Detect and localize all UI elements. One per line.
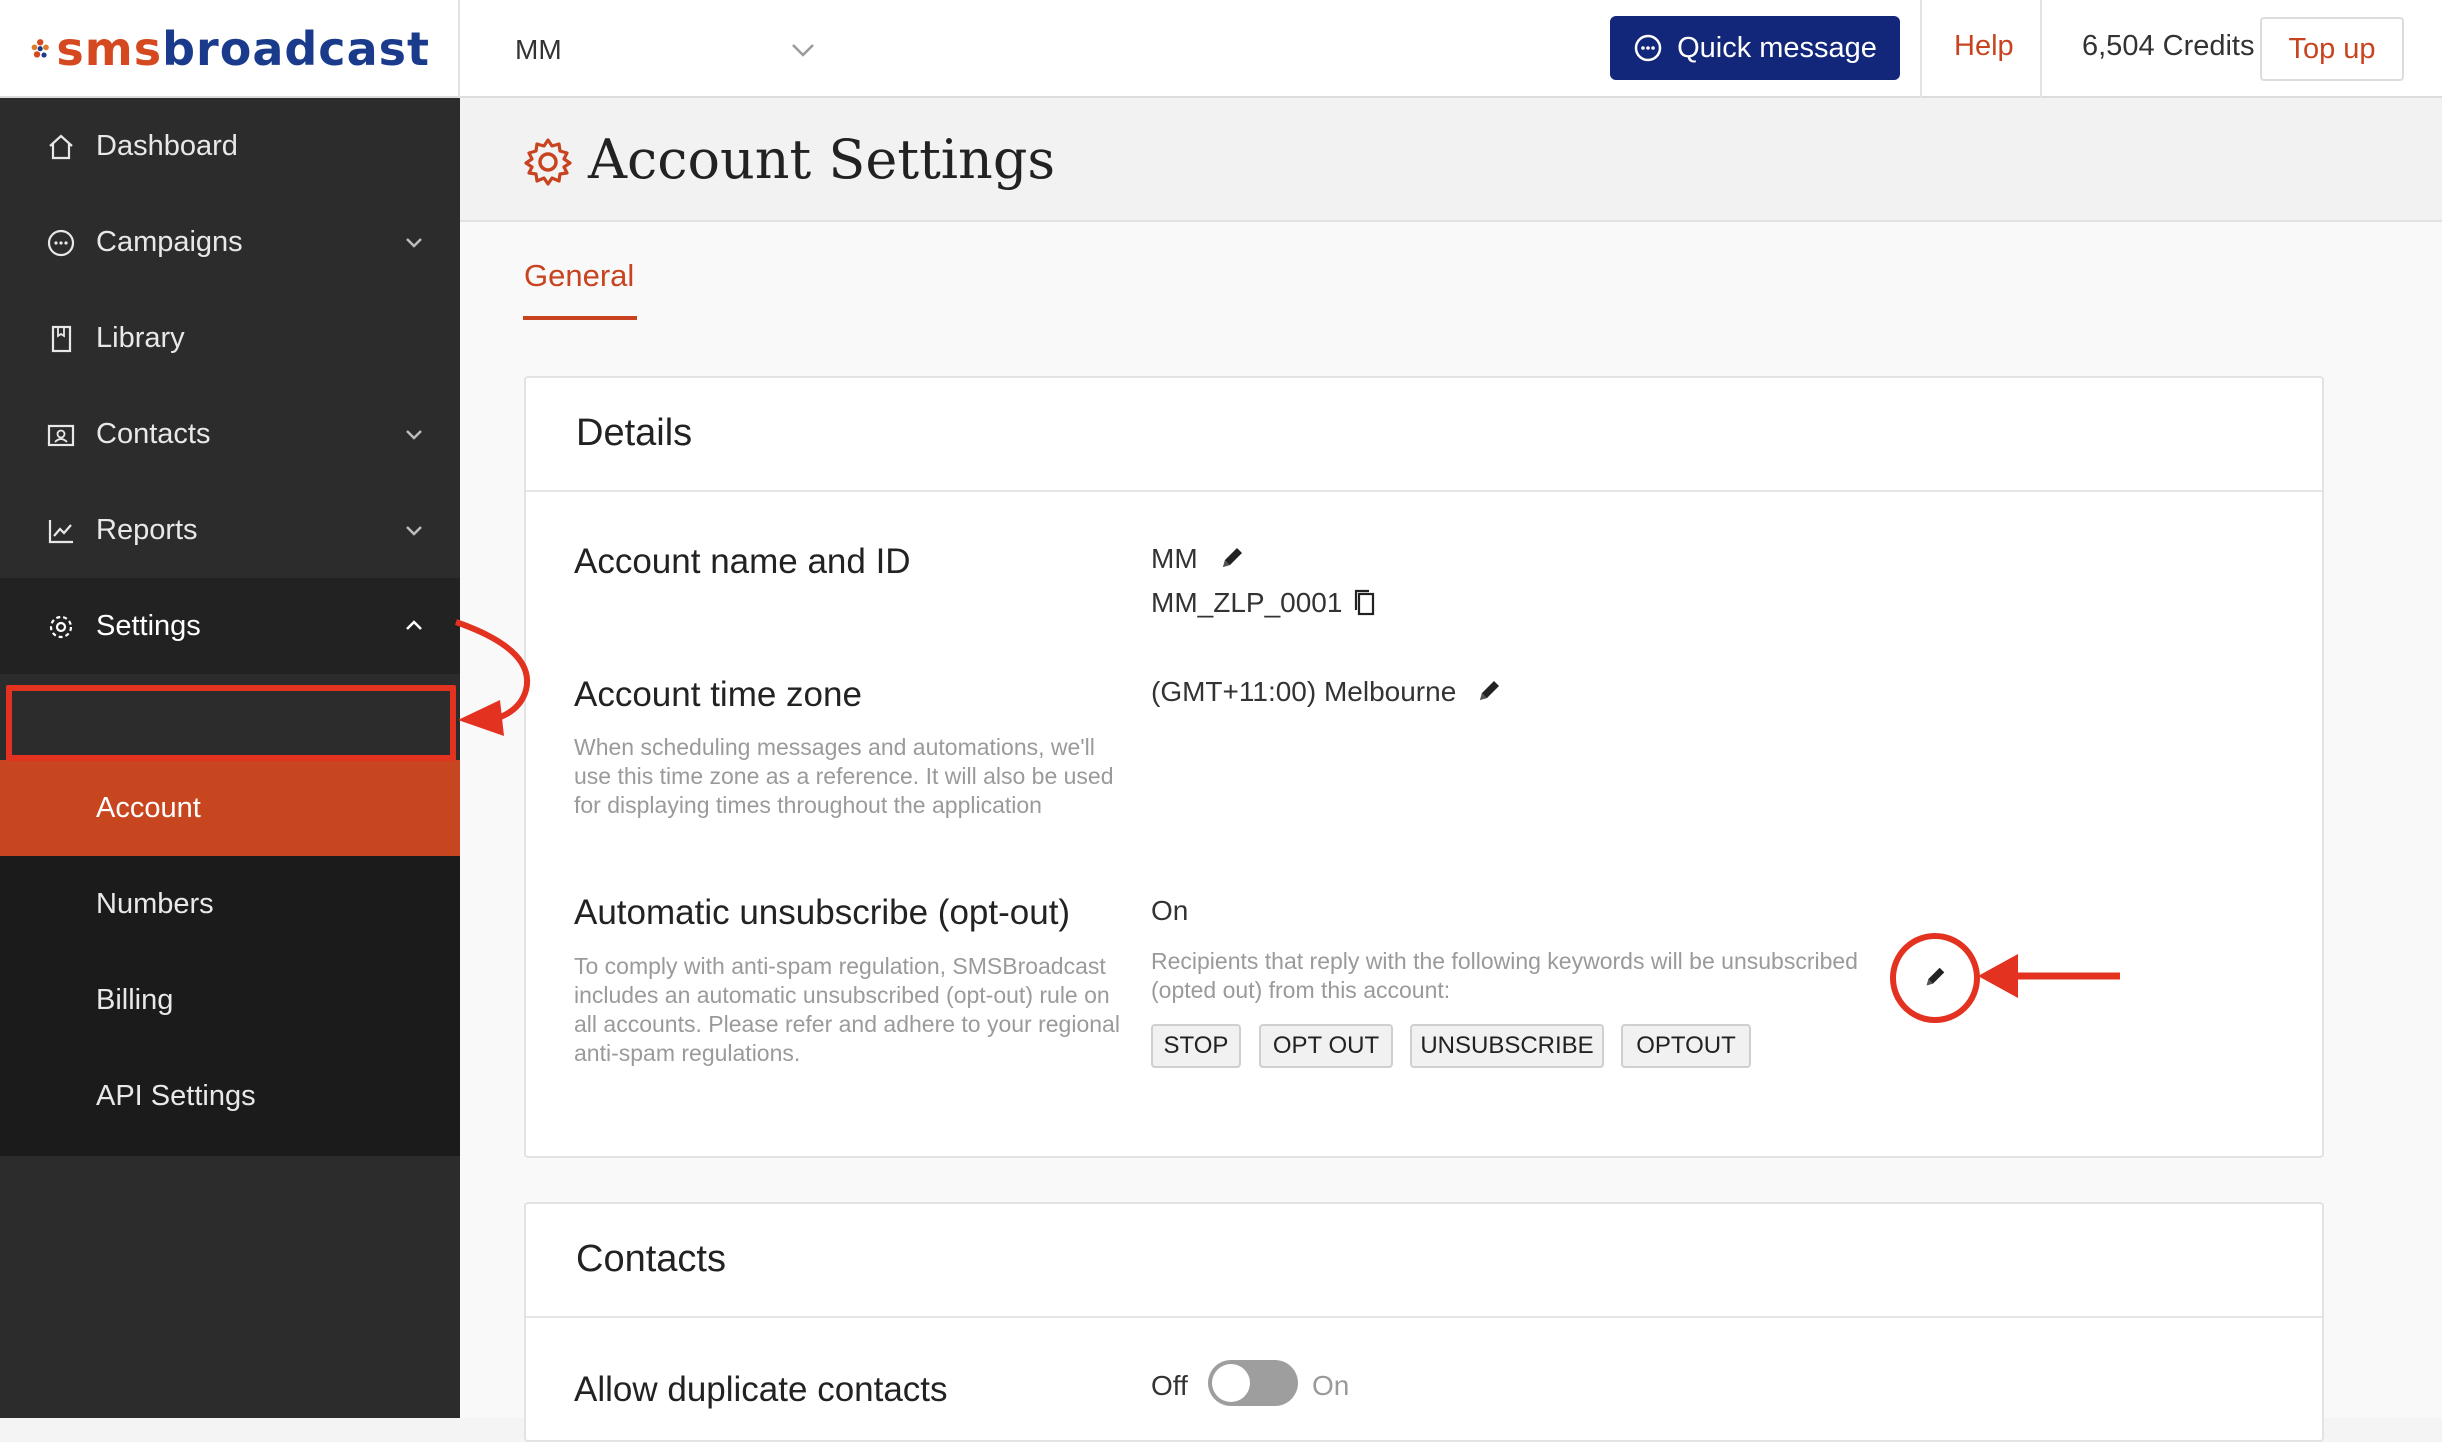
sidebar-item-campaigns[interactable]: Campaigns [0,194,460,290]
card-title: Details [576,412,693,454]
account-selector[interactable]: MM [515,22,815,78]
chevron-down-icon [406,526,422,536]
logo-mark-icon [31,39,49,58]
sidebar-item-label: Settings [96,609,201,642]
card-title: Contacts [576,1238,726,1280]
sidebar-item-contacts[interactable]: Contacts [0,386,460,482]
account-name-value: MM [1151,543,1198,574]
gear-icon [524,138,572,186]
opt-out-label: Automatic unsubscribe (opt-out) [574,893,1071,932]
opt-out-status: On [1151,895,1189,926]
sidebar-item-api-settings[interactable]: API Settings [0,1048,460,1144]
pencil-edit-icon[interactable] [1475,677,1503,705]
sidebar-item-label: API Settings [96,1079,256,1112]
settings-submenu: Account Numbers Billing API Settings [0,760,460,1156]
keyword-tag: OPTOUT [1621,1024,1751,1068]
card-header: Details [526,378,2322,492]
sidebar-item-billing[interactable]: Billing [0,952,460,1048]
opt-out-description: To comply with anti-spam regulation, SMS… [574,953,1120,1066]
chevron-down-icon [792,44,814,57]
tab-general[interactable]: General [524,258,634,294]
book-icon [51,325,72,353]
copy-icon[interactable] [1352,588,1378,618]
home-icon [49,134,73,160]
time-zone-label: Account time zone [574,675,862,714]
chat-bubble-icon [1634,34,1662,62]
sidebar-item-label: Dashboard [96,129,238,162]
sidebar-item-label: Account [96,791,201,824]
sidebar-item-settings[interactable]: Settings [0,578,460,674]
sidebar-item-account[interactable]: Account [0,760,460,856]
chevron-down-icon [406,238,422,248]
page-header: Account Settings [460,98,2442,222]
curved-arrow-annotation-icon [455,619,531,736]
divider [1920,0,1922,98]
toggle-on-label: On [1312,1370,1350,1401]
chart-line-icon [48,520,73,544]
sidebar-item-reports[interactable]: Reports [0,482,460,578]
contact-card-icon [47,424,75,447]
sidebar-item-numbers[interactable]: Numbers [0,856,460,952]
allow-duplicates-toggle[interactable] [1208,1360,1298,1406]
account-name-label: Account name and ID [574,542,911,581]
chevron-down-icon [406,430,422,440]
sidebar-item-label: Billing [96,983,174,1016]
keyword-tag: UNSUBSCRIBE [1410,1024,1604,1068]
gear-icon [49,615,73,639]
logo[interactable]: smsbroadcast [30,10,430,88]
credits-balance: 6,504 Credits [2082,30,2255,62]
sidebar-item-label: Reports [96,513,198,546]
account-id-value: MM_ZLP_0001 [1151,587,1343,618]
account-selector-value: MM [515,34,562,65]
page-title: Account Settings [588,128,1056,191]
pencil-edit-icon[interactable] [1218,544,1246,572]
card-header: Contacts [526,1204,2322,1318]
chevron-up-icon [406,620,422,630]
sidebar-item-label: Numbers [96,887,214,920]
sidebar-item-label: Contacts [96,417,211,450]
help-link[interactable]: Help [1954,30,2014,63]
time-zone-value: (GMT+11:00) Melbourne [1151,676,1457,707]
sidebar-item-dashboard[interactable]: Dashboard [0,98,460,194]
allow-duplicates-label: Allow duplicate contacts [574,1370,948,1409]
quick-message-label: Quick message [1677,31,1877,64]
settings-highlight-annotation [6,685,456,761]
active-tab-indicator [523,316,637,320]
keyword-tag: STOP [1151,1024,1241,1068]
top-bar: smsbroadcast MM Quick message Help 6,504… [0,0,2442,98]
edit-highlight-circle-annotation [1890,933,1980,1023]
sidebar: Dashboard Campaigns Library Contacts Rep… [0,98,460,1418]
sidebar-item-library[interactable]: Library [0,290,460,386]
divider [2040,0,2042,98]
toggle-knob [1212,1364,1250,1402]
chat-bubble-icon [47,229,75,257]
sidebar-item-label: Library [96,321,185,354]
arrow-left-annotation-icon [1978,954,2120,998]
divider [458,0,460,98]
toggle-off-label: Off [1151,1370,1188,1401]
time-zone-description: When scheduling messages and automations… [574,734,1114,818]
keyword-tag: OPT OUT [1259,1024,1393,1068]
quick-message-button[interactable]: Quick message [1610,16,1900,80]
sidebar-item-label: Campaigns [96,225,243,258]
opt-out-info: Recipients that reply with the following… [1151,948,1858,1003]
top-up-button[interactable]: Top up [2260,17,2404,81]
logo-wordmark: smsbroadcast [56,22,430,76]
